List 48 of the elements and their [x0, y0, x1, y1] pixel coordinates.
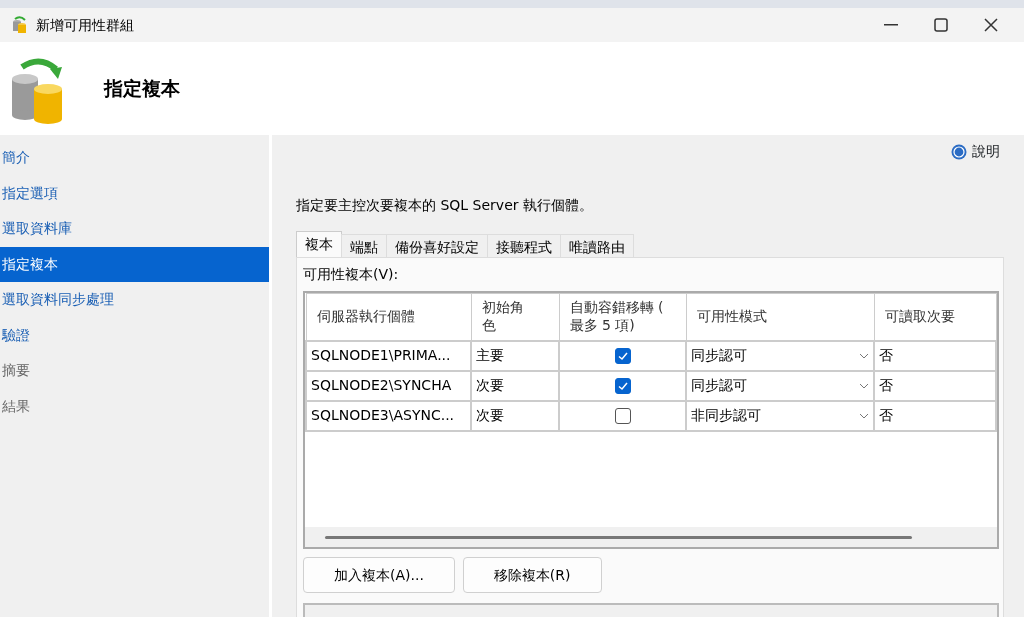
- tab[interactable]: 端點: [341, 234, 387, 257]
- table-cell: 次要: [471, 400, 559, 431]
- table-cell: SQLNODE2\SYNCHA: [306, 370, 471, 401]
- dialog-button[interactable]: 移除複本(R): [462, 557, 602, 593]
- sidebar-item[interactable]: 結果: [0, 388, 269, 424]
- table-cell: 否: [874, 400, 996, 431]
- column-header[interactable]: 可用性模式: [686, 293, 874, 341]
- horizontal-scrollbar[interactable]: [305, 527, 997, 547]
- mode-dropdown[interactable]: 同步認可: [686, 340, 874, 371]
- sidebar-item[interactable]: 摘要: [0, 353, 269, 389]
- tab[interactable]: 備份喜好設定: [386, 234, 488, 257]
- chevron-down-icon: [859, 383, 869, 389]
- table-cell: SQLNODE3\ASYNC...: [306, 400, 471, 431]
- mode-dropdown[interactable]: 同步認可: [686, 370, 874, 401]
- tab[interactable]: 接聽程式: [487, 234, 561, 257]
- column-header[interactable]: 初始角色: [471, 293, 559, 341]
- table-cell: SQLNODE1\PRIMA...: [306, 340, 471, 371]
- chevron-down-icon: [859, 413, 869, 419]
- column-header[interactable]: 伺服器執行個體: [306, 293, 471, 341]
- maximize-icon: [934, 18, 948, 32]
- sidebar-item[interactable]: 簡介: [0, 140, 269, 176]
- mode-dropdown[interactable]: 非同步認可: [686, 400, 874, 431]
- database-icon: [12, 16, 28, 34]
- sidebar-item[interactable]: 驗證: [0, 317, 269, 353]
- table-cell: 主要: [471, 340, 559, 371]
- sidebar-item[interactable]: 選取資料同步處理: [0, 282, 269, 318]
- table-cell: 否: [874, 370, 996, 401]
- dialog-button[interactable]: 加入複本(A)...: [303, 557, 455, 593]
- minimize-icon: [884, 24, 898, 26]
- column-header[interactable]: 可讀取次要: [874, 293, 996, 341]
- checkbox[interactable]: [614, 408, 631, 424]
- tab[interactable]: 唯讀路由: [560, 234, 634, 257]
- close-icon: [984, 18, 998, 32]
- sidebar-item[interactable]: 指定選項: [0, 175, 269, 211]
- table-cell: 否: [874, 340, 996, 371]
- sidebar-item[interactable]: 選取資料庫: [0, 211, 269, 247]
- column-header[interactable]: 自動容錯移轉 ( 最多 5 項): [559, 293, 686, 341]
- checkbox[interactable]: [614, 348, 631, 364]
- sidebar-item[interactable]: 指定複本: [0, 246, 269, 282]
- window-title: 新增可用性群組: [36, 15, 134, 35]
- checkbox[interactable]: [614, 378, 631, 394]
- instruction-text: 指定要主控次要複本的 SQL Server 執行個體。: [296, 196, 594, 215]
- grid-label: 可用性複本(V):: [303, 265, 400, 284]
- help-link[interactable]: 說明: [951, 141, 1000, 162]
- table-cell: 次要: [471, 370, 559, 401]
- chevron-down-icon: [859, 353, 869, 359]
- tab[interactable]: 複本: [296, 231, 342, 257]
- page-heading: 指定複本: [104, 76, 180, 102]
